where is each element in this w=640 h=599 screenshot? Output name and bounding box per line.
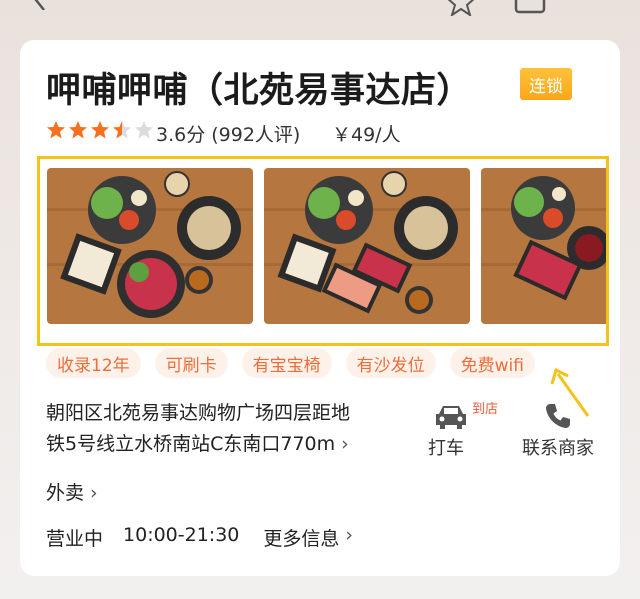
contact-label: 联系商家 xyxy=(522,438,594,459)
rating-stars xyxy=(46,120,154,142)
chevron-right-icon: › xyxy=(90,482,98,504)
star-outline-icon[interactable] xyxy=(446,0,476,16)
rating-text: 3.6分 (992人评) xyxy=(156,124,301,146)
shop-title: 呷哺呷哺（北苑易事达店） xyxy=(46,71,473,111)
address-line-1: 朝阳区北苑易事达购物广场四层距地 xyxy=(46,402,351,424)
price-per-person: ￥49/人 xyxy=(332,124,401,146)
phone-icon xyxy=(546,404,570,428)
back-arrow-icon[interactable] xyxy=(30,0,50,10)
business-hours-row[interactable]: 营业中 10:00-21:30 更多信息 › xyxy=(46,524,353,551)
star-half-icon xyxy=(113,121,131,139)
hotpot-photo[interactable] xyxy=(481,168,606,324)
photo-gallery[interactable] xyxy=(37,156,609,346)
chain-badge: 连锁 xyxy=(520,68,572,100)
takeout-row[interactable]: 外卖 › xyxy=(46,478,98,505)
taxi-label: 打车 xyxy=(428,438,464,459)
star-empty-icon xyxy=(135,121,153,139)
arrive-store-badge: 到店 xyxy=(472,402,499,417)
tag: 有沙发位 xyxy=(345,348,436,378)
takeout-label: 外卖 xyxy=(46,482,85,504)
address[interactable]: 朝阳区北苑易事达购物广场四层距地 铁5号线立水桥南站C东南口770m › xyxy=(46,398,396,460)
share-box-icon[interactable] xyxy=(514,0,546,14)
star-full-icon xyxy=(69,121,87,139)
address-line-2: 铁5号线立水桥南站C东南口770m xyxy=(46,433,336,455)
star-full-icon xyxy=(91,121,109,139)
open-status: 营业中 xyxy=(46,528,104,550)
contact-merchant-button[interactable]: 联系商家 xyxy=(520,398,610,468)
hotpot-photo[interactable] xyxy=(47,168,253,324)
tag: 有宝宝椅 xyxy=(241,348,332,378)
chevron-right-icon: › xyxy=(345,524,354,546)
tag: 可刷卡 xyxy=(154,348,228,378)
shop-info-card: 呷哺呷哺（北苑易事达店） 连锁 3.6分 (992人评) ￥49/人 收录12年… xyxy=(20,40,620,576)
feature-tags: 收录12年 可刷卡 有宝宝椅 有沙发位 免费wifi xyxy=(46,348,535,378)
chevron-right-icon: › xyxy=(341,433,349,455)
hotpot-photo[interactable] xyxy=(264,168,470,324)
car-icon xyxy=(436,406,466,429)
taxi-button[interactable]: 到店 打车 xyxy=(428,398,498,468)
more-info-link[interactable]: 更多信息 xyxy=(263,524,339,551)
star-full-icon xyxy=(47,121,65,139)
tag: 收录12年 xyxy=(46,348,141,378)
opening-hours: 10:00-21:30 xyxy=(123,524,240,546)
tag: 免费wifi xyxy=(449,348,535,378)
